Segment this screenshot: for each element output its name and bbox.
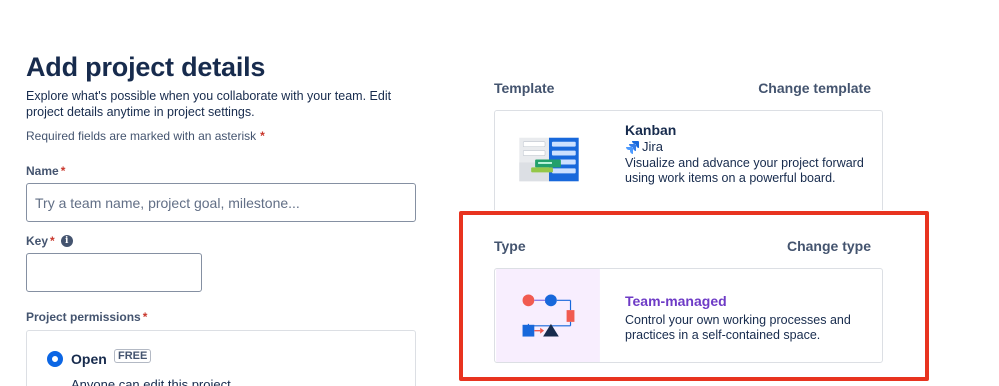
key-required-asterisk: * <box>50 234 55 248</box>
change-template-button[interactable]: Change template <box>758 80 871 96</box>
type-card[interactable]: Team-managed Control your own working pr… <box>494 268 883 363</box>
type-description: Control your own working processes and p… <box>625 313 851 342</box>
type-card-body: Team-managed Control your own working pr… <box>625 293 866 343</box>
template-name: Kanban <box>625 122 677 138</box>
info-icon[interactable]: i <box>60 235 73 247</box>
kanban-illustration <box>495 111 601 210</box>
name-required-asterisk: * <box>60 164 66 178</box>
required-asterisk: * <box>260 129 265 143</box>
jira-product-row: Jira <box>625 139 866 154</box>
permissions-required-asterisk: * <box>142 310 148 324</box>
template-card-body: Kanban Jira Visualize and advance your p… <box>625 122 866 186</box>
open-radio[interactable] <box>47 351 63 367</box>
permissions-options: Open FREE Anyone can edit this project <box>26 330 416 386</box>
team-managed-illustration <box>496 269 600 362</box>
page-title: Add project details <box>26 52 266 82</box>
name-input[interactable] <box>26 183 416 222</box>
jira-logo-icon <box>626 140 639 154</box>
type-section-label: Type <box>494 238 526 254</box>
open-description: Anyone can edit this project <box>71 377 231 386</box>
jira-label: Jira <box>642 139 663 154</box>
required-note-text: Required fields are marked with an aster… <box>26 129 257 143</box>
key-label-text: Key <box>26 234 49 248</box>
template-card[interactable]: Kanban Jira Visualize and advance your p… <box>494 110 883 210</box>
key-input[interactable] <box>26 253 202 292</box>
name-label-text: Name <box>26 164 59 178</box>
free-badge: FREE <box>114 349 152 363</box>
page-subtitle: Explore what's possible when you collabo… <box>26 89 392 119</box>
template-description: Visualize and advance your project forwa… <box>625 156 864 185</box>
template-section-label: Template <box>494 80 555 96</box>
key-label: Key * i <box>26 234 73 248</box>
permissions-label-text: Project permissions <box>26 310 141 324</box>
type-name: Team-managed <box>625 293 727 309</box>
required-fields-note: Required fields are marked with an aster… <box>26 129 265 143</box>
permissions-label: Project permissions * <box>26 310 147 324</box>
name-label: Name * <box>26 164 65 178</box>
open-radio-label[interactable]: Open <box>71 351 107 367</box>
change-type-button[interactable]: Change type <box>787 238 871 254</box>
